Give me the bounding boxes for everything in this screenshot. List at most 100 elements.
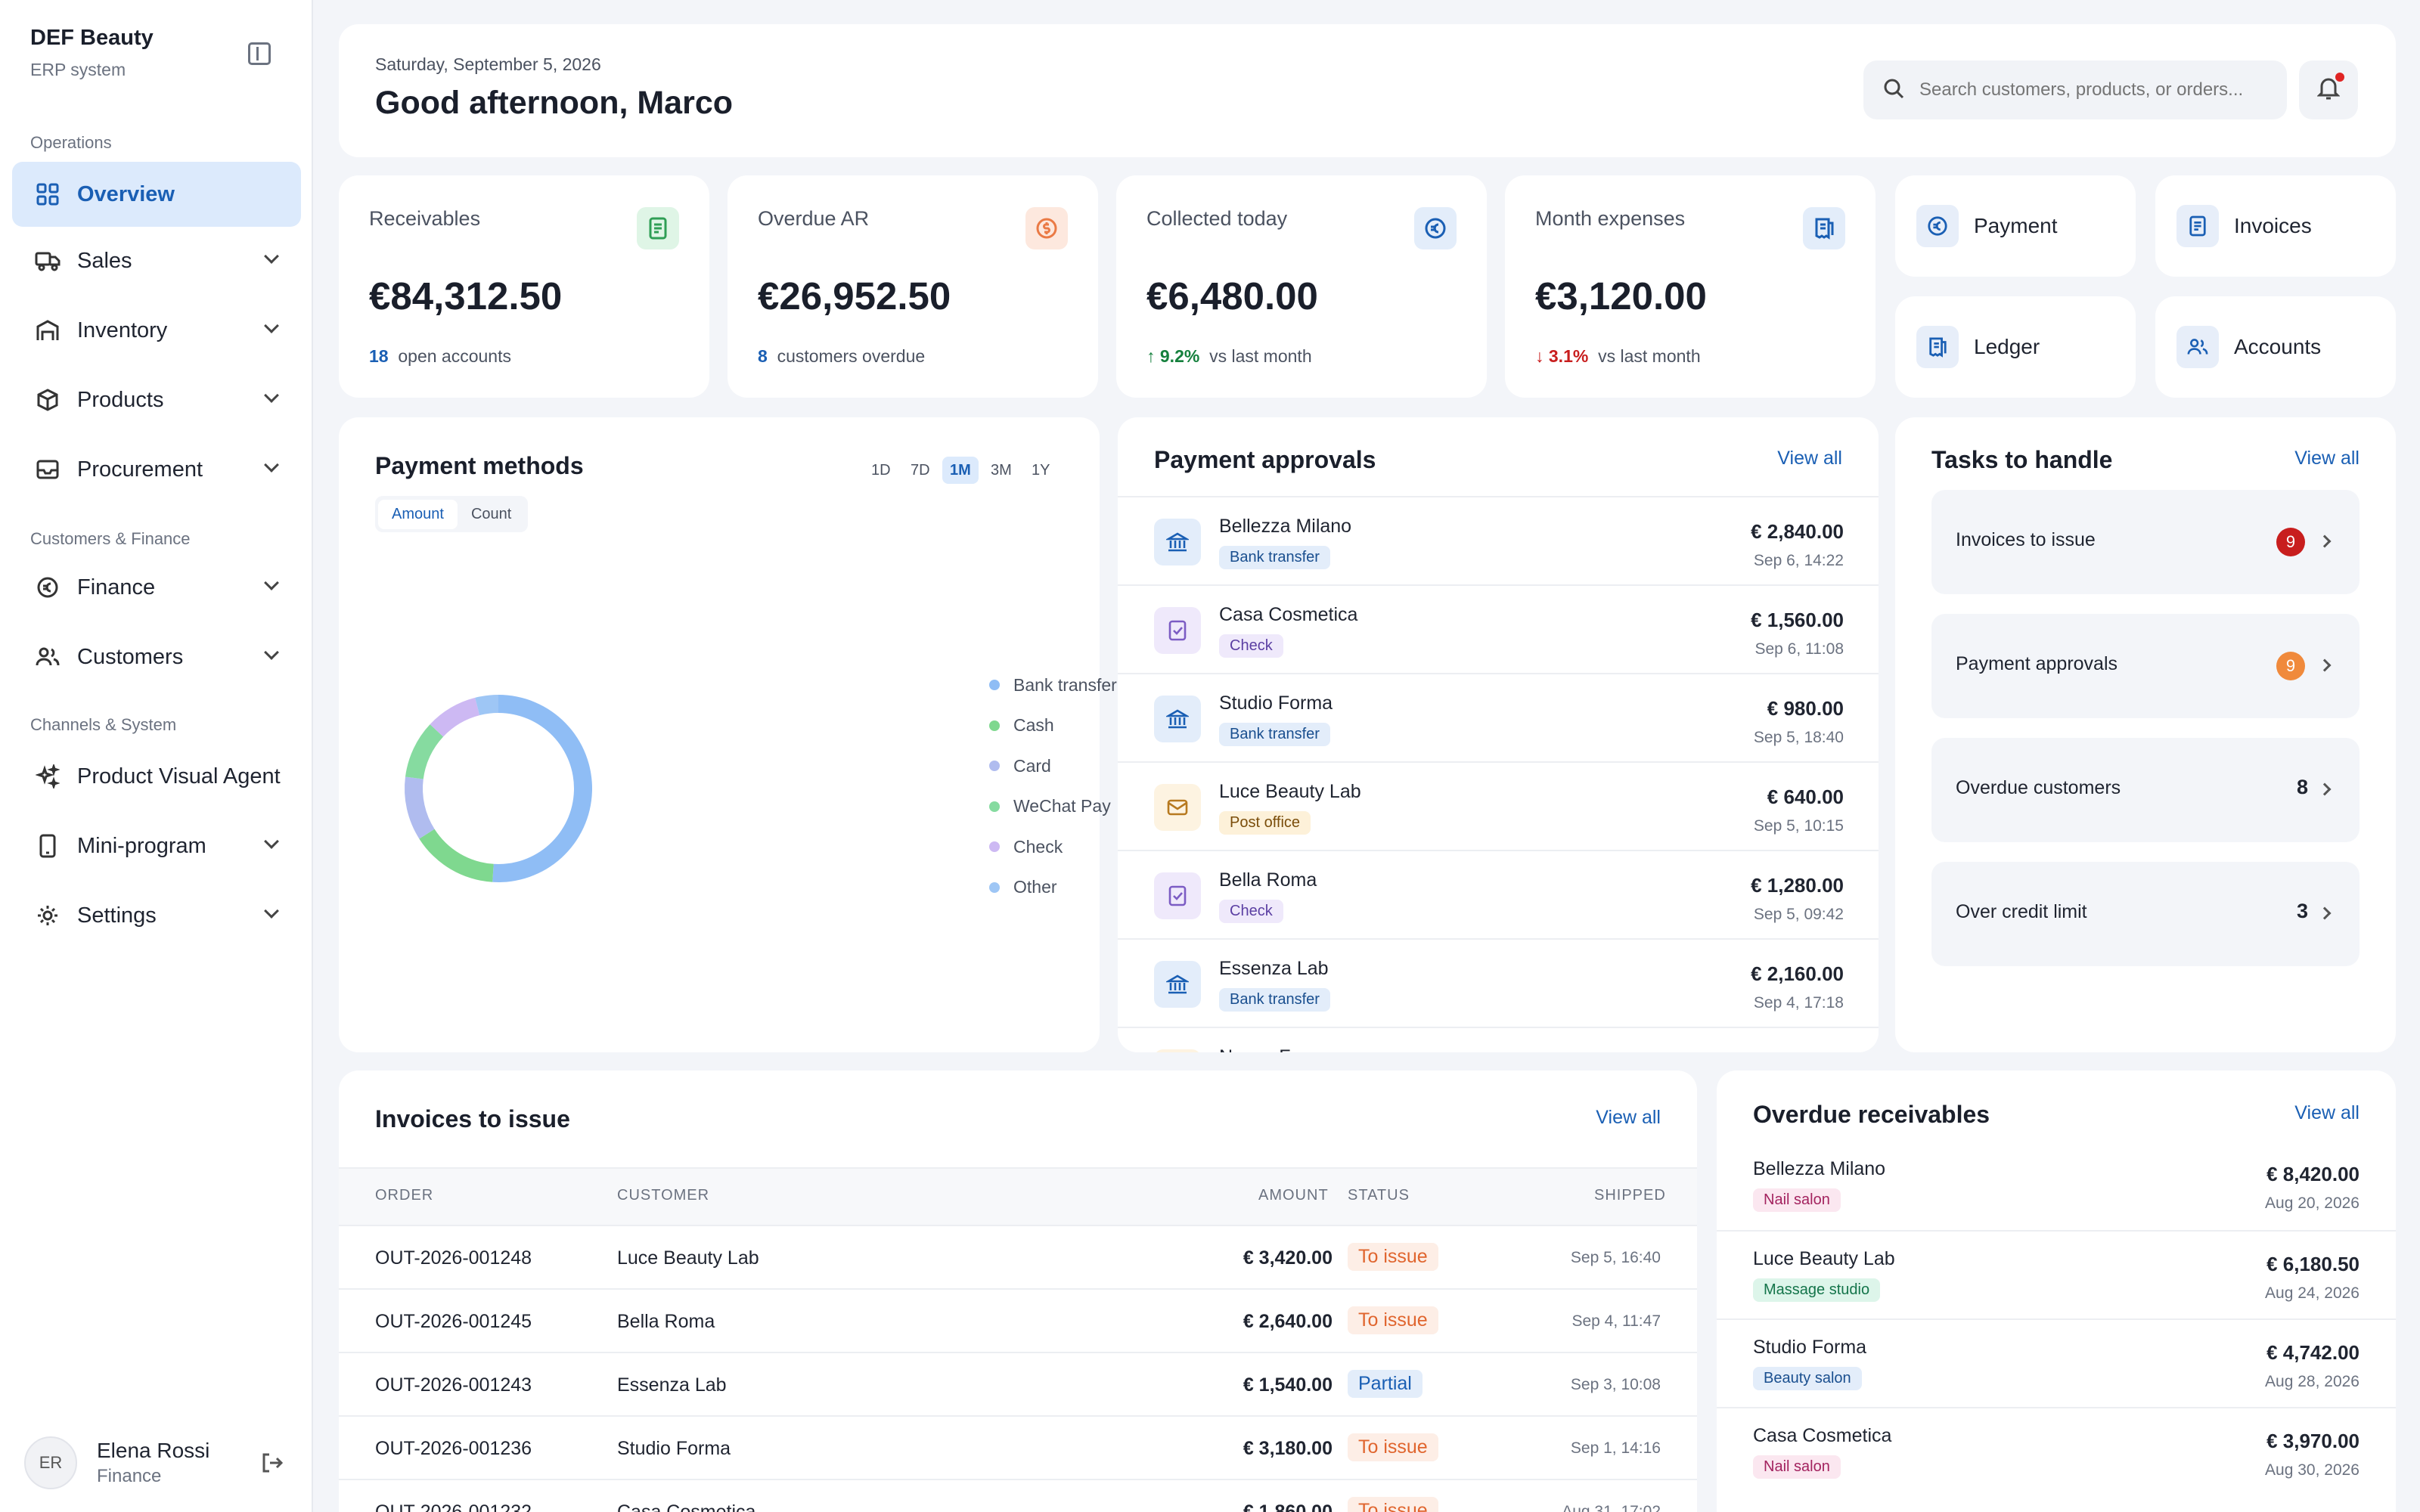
invoice-amount: € 3,180.00 xyxy=(1243,1438,1333,1459)
bank-icon xyxy=(1154,961,1201,1008)
approval-row[interactable]: Studio Forma Bank transfer € 980.00 Sep 5, … xyxy=(1118,673,1879,761)
kpi-sub-number: ↑ 9.2% xyxy=(1146,346,1200,366)
approval-row[interactable]: Essenza Lab Bank transfer € 2,160.00 Sep 4,… xyxy=(1118,938,1879,1026)
task-item[interactable]: Invoices to issue 9 xyxy=(1931,490,2360,594)
range-3m[interactable]: 3M xyxy=(983,457,1019,484)
overdue-row[interactable]: Casa Cosmetica Nail salon € 3,970.00 Aug 30… xyxy=(1717,1407,2396,1495)
phone-icon xyxy=(35,833,60,859)
overdue-row[interactable]: Bellezza Milano Nail salon € 8,420.00 Aug 2… xyxy=(1717,1142,2396,1229)
approval-row[interactable]: Casa Cosmetica Check € 1,560.00 Sep 6, 11:0… xyxy=(1118,584,1879,672)
legend-dot xyxy=(989,761,1000,771)
legend-label: Check xyxy=(1013,836,1063,857)
customer-name: Essenza Lab xyxy=(617,1374,727,1396)
view-all-link[interactable]: View all xyxy=(2294,448,2360,469)
toggle-count[interactable]: Count xyxy=(458,500,525,529)
kpi-overdue-ar[interactable]: Overdue AR €26,952.50 8 customers overdu… xyxy=(728,175,1098,398)
shipped-date: Sep 5, 16:40 xyxy=(1570,1249,1661,1266)
col-shipped: SHIPPED xyxy=(1594,1187,1666,1204)
user-role: Finance xyxy=(97,1466,162,1486)
table-header xyxy=(339,1167,1697,1225)
donut-slice-wechat-pay[interactable] xyxy=(405,724,444,779)
legend-dot xyxy=(989,720,1000,731)
users-icon xyxy=(2176,326,2219,368)
receipt-icon xyxy=(1803,207,1845,249)
approval-customer: Studio Forma xyxy=(1219,692,1333,714)
quick-link-payment[interactable]: Payment xyxy=(1895,175,2136,277)
sidebar-item-settings[interactable]: Settings xyxy=(12,883,301,948)
euro-coin-icon xyxy=(35,575,60,600)
mail-icon xyxy=(1154,784,1201,831)
task-item[interactable]: Payment approvals 9 xyxy=(1931,614,2360,718)
method-tag: Post office xyxy=(1219,811,1311,835)
range-7d[interactable]: 7D xyxy=(903,457,938,484)
sidebar-item-sales[interactable]: Sales xyxy=(12,228,301,293)
sidebar-item-mini-program[interactable]: Mini-program xyxy=(12,813,301,878)
task-item[interactable]: Overdue customers 8 xyxy=(1931,738,2360,842)
approval-row[interactable]: Bellezza Milano Bank transfer € 2,840.00 Se… xyxy=(1118,496,1879,584)
quick-link-accounts[interactable]: Accounts xyxy=(2155,296,2396,398)
brand: DEF Beauty ERP system xyxy=(30,26,154,80)
view-all-link[interactable]: View all xyxy=(1596,1107,1661,1129)
collapse-sidebar-icon[interactable] xyxy=(248,42,271,65)
kpi-subtext: 8 customers overdue xyxy=(758,346,925,367)
chevron-down-icon xyxy=(264,457,279,472)
sidebar-item-procurement[interactable]: Procurement xyxy=(12,437,301,502)
search-bar[interactable] xyxy=(1863,60,2287,119)
table-row[interactable]: OUT-2026-001245 Bella Roma € 2,640.00 To is… xyxy=(339,1288,1697,1352)
legend-dot xyxy=(989,680,1000,690)
payment-methods-donut xyxy=(405,695,593,882)
sidebar-item-customers[interactable]: Customers xyxy=(12,624,301,689)
approval-time: Sep 4, 17:18 xyxy=(1753,994,1844,1012)
donut-slice-bank-transfer[interactable] xyxy=(492,695,593,882)
table-row[interactable]: OUT-2026-001236 Studio Forma € 3,180.00 To … xyxy=(339,1415,1697,1479)
view-all-link[interactable]: View all xyxy=(1777,448,1842,469)
approval-customer: Luce Beauty Lab xyxy=(1219,781,1361,802)
sidebar-item-inventory[interactable]: Inventory xyxy=(12,298,301,363)
range-1m[interactable]: 1M xyxy=(942,457,979,484)
range-1y[interactable]: 1Y xyxy=(1024,457,1057,484)
sidebar-item-finance[interactable]: Finance xyxy=(12,555,301,620)
approval-row[interactable]: Luce Beauty Lab Post office € 640.00 Sep 5,… xyxy=(1118,761,1879,849)
legend-label: Bank transfer xyxy=(1013,674,1117,695)
range-1d[interactable]: 1D xyxy=(864,457,898,484)
kpi-month-expenses[interactable]: Month expenses €3,120.00 ↓ 3.1% vs last … xyxy=(1505,175,1876,398)
col-amount: AMOUNT xyxy=(1258,1187,1329,1204)
table-row[interactable]: OUT-2026-001248 Luce Beauty Lab € 3,420.00… xyxy=(339,1225,1697,1288)
donut-slice-card[interactable] xyxy=(405,776,435,839)
kpi-collected-today[interactable]: Collected today €6,480.00 ↑ 9.2% vs last… xyxy=(1116,175,1487,398)
overdue-row[interactable]: Studio Forma Beauty salon € 4,742.00 Aug 28… xyxy=(1717,1318,2396,1406)
sidebar-item-label: Customers xyxy=(77,644,184,669)
approval-row[interactable]: Bella Roma Check € 1,280.00 Sep 5, 09:42 xyxy=(1118,850,1879,937)
legend-dot xyxy=(989,841,1000,852)
user-profile[interactable]: ER Elena Rossi Finance xyxy=(24,1436,209,1489)
invoice-amount: € 3,420.00 xyxy=(1243,1247,1333,1269)
donut-slice-cash[interactable] xyxy=(419,829,494,882)
sidebar-item-product-visual-agent[interactable]: Product Visual Agent xyxy=(12,744,301,809)
task-label: Invoices to issue xyxy=(1956,529,2096,550)
quick-link-ledger[interactable]: Ledger xyxy=(1895,296,2136,398)
table-row[interactable]: OUT-2026-001232 Casa Cosmetica € 1,860.00 T… xyxy=(339,1479,1697,1512)
view-all-link[interactable]: View all xyxy=(2294,1102,2360,1124)
chevron-down-icon xyxy=(264,903,279,919)
search-input[interactable] xyxy=(1919,79,2275,101)
customer-type-tag: Nail salon xyxy=(1753,1455,1841,1479)
kpi-receivables[interactable]: Receivables €84,312.50 18 open accounts xyxy=(339,175,709,398)
customer-name: Studio Forma xyxy=(1753,1337,1867,1358)
notifications-button[interactable] xyxy=(2299,60,2358,119)
approval-amount: € 1,280.00 xyxy=(1751,874,1844,897)
donut-slice-check[interactable] xyxy=(430,697,480,737)
status-badge: To issue xyxy=(1348,1243,1438,1271)
toggle-amount[interactable]: Amount xyxy=(378,499,458,529)
quick-link-invoices[interactable]: Invoices xyxy=(2155,175,2396,277)
overdue-row[interactable]: Luce Beauty Lab Massage studio € 6,180.50 A… xyxy=(1717,1230,2396,1318)
logout-icon[interactable] xyxy=(260,1452,284,1474)
approval-row[interactable]: Nuova Forma € 420.00 xyxy=(1118,1027,1879,1052)
chevron-down-icon xyxy=(264,645,279,660)
sidebar-item-products[interactable]: Products xyxy=(12,367,301,432)
sidebar-item-overview[interactable]: Overview xyxy=(12,162,301,227)
check-icon xyxy=(1154,872,1201,919)
sidebar-item-label: Overview xyxy=(77,181,175,206)
table-row[interactable]: OUT-2026-001243 Essenza Lab € 1,540.00 Part… xyxy=(339,1352,1697,1415)
customer-name: Casa Cosmetica xyxy=(617,1501,756,1512)
task-item[interactable]: Over credit limit 3 xyxy=(1931,862,2360,966)
